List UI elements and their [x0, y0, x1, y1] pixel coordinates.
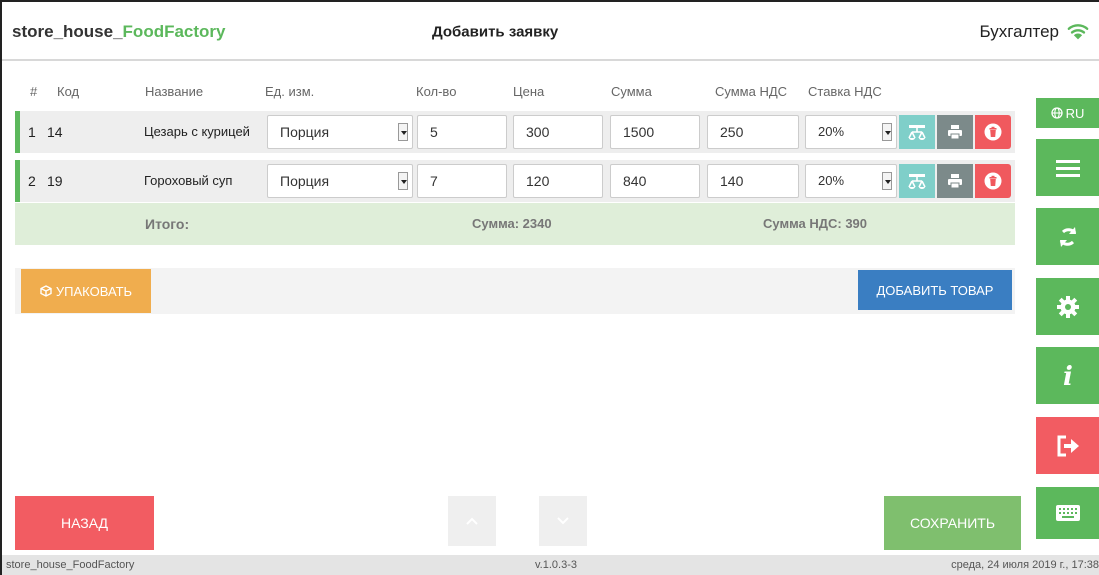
print-icon — [948, 125, 962, 140]
user-role[interactable]: Бухгалтер — [980, 22, 1060, 42]
brand-logo: store_house_FoodFactory — [12, 22, 226, 42]
sum-input[interactable]: 840 — [610, 164, 700, 198]
dropdown-arrow-icon — [882, 123, 892, 141]
qty-input[interactable]: 7 — [417, 164, 507, 198]
save-button[interactable]: СОХРАНИТЬ — [884, 496, 1021, 550]
dropdown-arrow-icon — [398, 172, 408, 190]
col-unit: Ед. изм. — [265, 84, 315, 99]
row-code: 14 — [47, 124, 63, 140]
trash-icon — [984, 172, 1002, 190]
col-price: Цена — [513, 84, 545, 99]
add-product-button[interactable]: ДОБАВИТЬ ТОВАР — [858, 270, 1012, 310]
vat-rate-select[interactable]: 20% — [805, 115, 897, 149]
vat-sum-input[interactable]: 250 — [707, 115, 799, 149]
trash-icon — [984, 123, 1002, 141]
dropdown-arrow-icon — [398, 123, 408, 141]
print-icon — [948, 174, 962, 189]
settings-icon — [1056, 295, 1079, 318]
dropdown-arrow-icon — [882, 172, 892, 190]
pack-button[interactable]: УПАКОВАТЬ — [21, 269, 151, 313]
table-row: 1 14 Цезарь с курицей Порция 5 300 1500 … — [15, 111, 1015, 153]
keyboard-icon — [1055, 505, 1080, 521]
delete-button[interactable] — [975, 164, 1011, 198]
language-button[interactable]: RU — [1036, 98, 1099, 128]
print-button[interactable] — [937, 115, 973, 149]
col-name: Название — [145, 84, 204, 99]
svg-text:i: i — [1063, 363, 1073, 389]
row-number: 1 — [28, 124, 36, 140]
scroll-down-button[interactable] — [539, 496, 587, 546]
logout-button[interactable] — [1036, 417, 1099, 474]
row-name: Цезарь с курицей — [144, 124, 250, 139]
chevron-up-icon — [466, 517, 478, 525]
language-label: RU — [1065, 105, 1085, 121]
total-sum: Сумма: 2340 — [472, 216, 552, 231]
vat-sum-input[interactable]: 140 — [707, 164, 799, 198]
total-label: Итого: — [145, 216, 190, 232]
vat-rate-value: 20% — [818, 124, 845, 139]
total-vat: Сумма НДС: 390 — [763, 216, 868, 231]
col-sum: Сумма — [611, 84, 652, 99]
qty-input[interactable]: 5 — [417, 115, 507, 149]
info-icon: i — [1063, 363, 1073, 389]
keyboard-button[interactable] — [1036, 487, 1099, 539]
price-input[interactable]: 300 — [513, 115, 603, 149]
wifi-icon — [1067, 24, 1089, 40]
unit-select[interactable]: Порция — [267, 115, 413, 149]
unit-value: Порция — [280, 173, 330, 189]
brand-accent: FoodFactory — [122, 22, 226, 41]
price-input[interactable]: 120 — [513, 164, 603, 198]
col-vat-rate: Ставка НДС — [808, 84, 882, 99]
cube-icon — [40, 285, 52, 297]
scale-button[interactable] — [899, 115, 935, 149]
footer-version: v.1.0.3-3 — [535, 559, 577, 571]
menu-button[interactable] — [1036, 139, 1099, 196]
footer-datetime: среда, 24 июля 2019 г., 17:38 — [951, 559, 1099, 571]
delete-button[interactable] — [975, 115, 1011, 149]
unit-value: Порция — [280, 124, 330, 140]
table-header: # Код Название Ед. изм. Кол-во Цена Сумм… — [15, 84, 1015, 104]
sync-icon — [1059, 226, 1076, 247]
total-row: Итого: Сумма: 2340 Сумма НДС: 390 — [15, 203, 1015, 245]
sum-input[interactable]: 1500 — [610, 115, 700, 149]
col-vat-sum: Сумма НДС — [715, 84, 788, 99]
row-name: Гороховый суп — [144, 173, 233, 188]
settings-button[interactable] — [1036, 278, 1099, 335]
pack-label: УПАКОВАТЬ — [55, 283, 133, 299]
sync-button[interactable] — [1036, 208, 1099, 265]
back-button[interactable]: НАЗАД — [15, 496, 154, 550]
globe-icon — [1050, 107, 1063, 119]
print-button[interactable] — [937, 164, 973, 198]
header: store_house_FoodFactory Добавить заявку … — [2, 2, 1099, 61]
action-bar: УПАКОВАТЬ ДОБАВИТЬ ТОВАР — [15, 268, 1015, 314]
chevron-down-icon — [557, 517, 569, 525]
table-row: 2 19 Гороховый суп Порция 7 120 840 140 … — [15, 160, 1015, 202]
row-code: 19 — [47, 173, 63, 189]
unit-select[interactable]: Порция — [267, 164, 413, 198]
col-number: # — [30, 84, 38, 99]
info-button[interactable]: i — [1036, 347, 1099, 404]
logout-icon — [1057, 435, 1079, 456]
row-number: 2 — [28, 173, 36, 189]
scale-icon — [908, 125, 926, 140]
col-qty: Кол-во — [416, 84, 457, 99]
status-bar: store_house_FoodFactory v.1.0.3-3 среда,… — [2, 555, 1099, 575]
brand-main: store_house_ — [12, 22, 123, 41]
col-code: Код — [57, 84, 80, 99]
scale-icon — [908, 174, 926, 189]
scale-button[interactable] — [899, 164, 935, 198]
page-title: Добавить заявку — [432, 23, 559, 41]
scroll-up-button[interactable] — [448, 496, 496, 546]
footer-app-name: store_house_FoodFactory — [6, 559, 135, 571]
vat-rate-select[interactable]: 20% — [805, 164, 897, 198]
menu-icon — [1055, 159, 1080, 177]
vat-rate-value: 20% — [818, 173, 845, 188]
